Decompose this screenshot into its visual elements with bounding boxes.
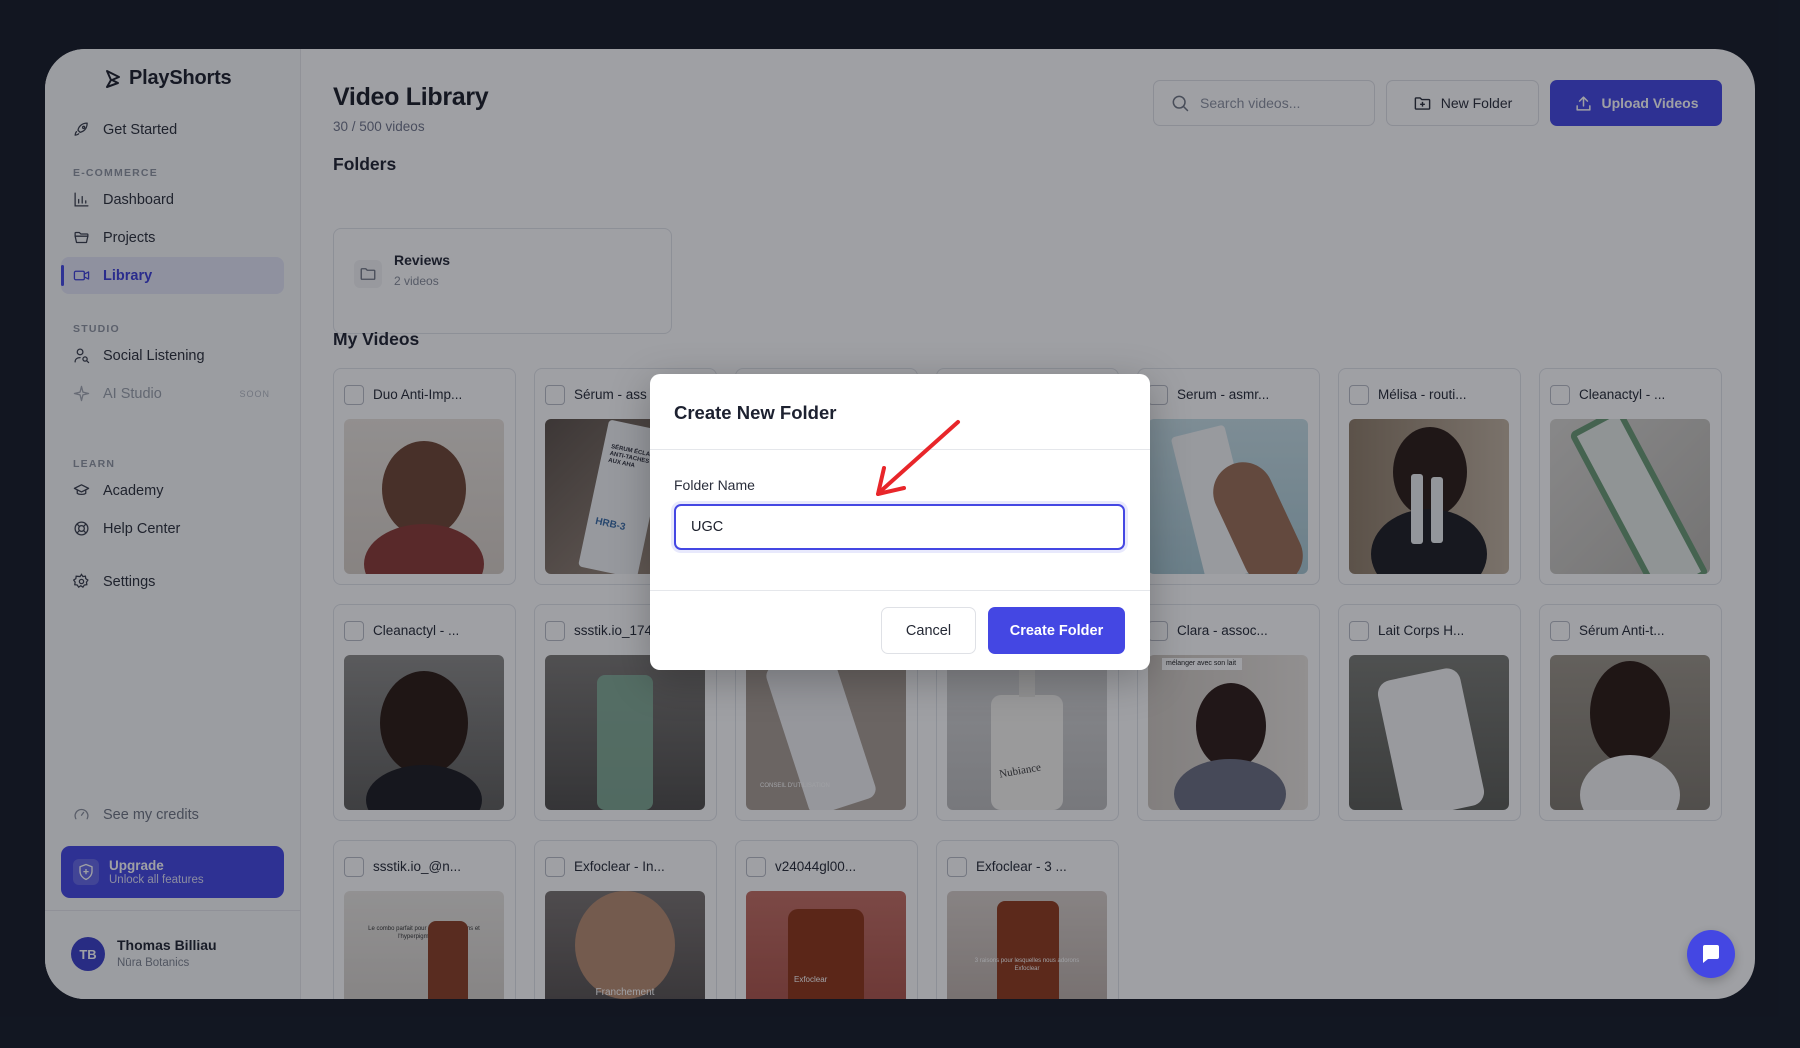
dialog-title: Create New Folder (674, 402, 837, 423)
folder-name-input[interactable] (674, 504, 1125, 550)
divider (650, 590, 1150, 591)
annotation-arrow-icon (876, 420, 960, 496)
cancel-button[interactable]: Cancel (881, 607, 976, 654)
folder-name-label: Folder Name (674, 477, 755, 493)
chat-bubble-icon (1703, 945, 1719, 963)
chat-widget-button[interactable] (1687, 930, 1735, 978)
create-folder-button[interactable]: Create Folder (988, 607, 1125, 654)
